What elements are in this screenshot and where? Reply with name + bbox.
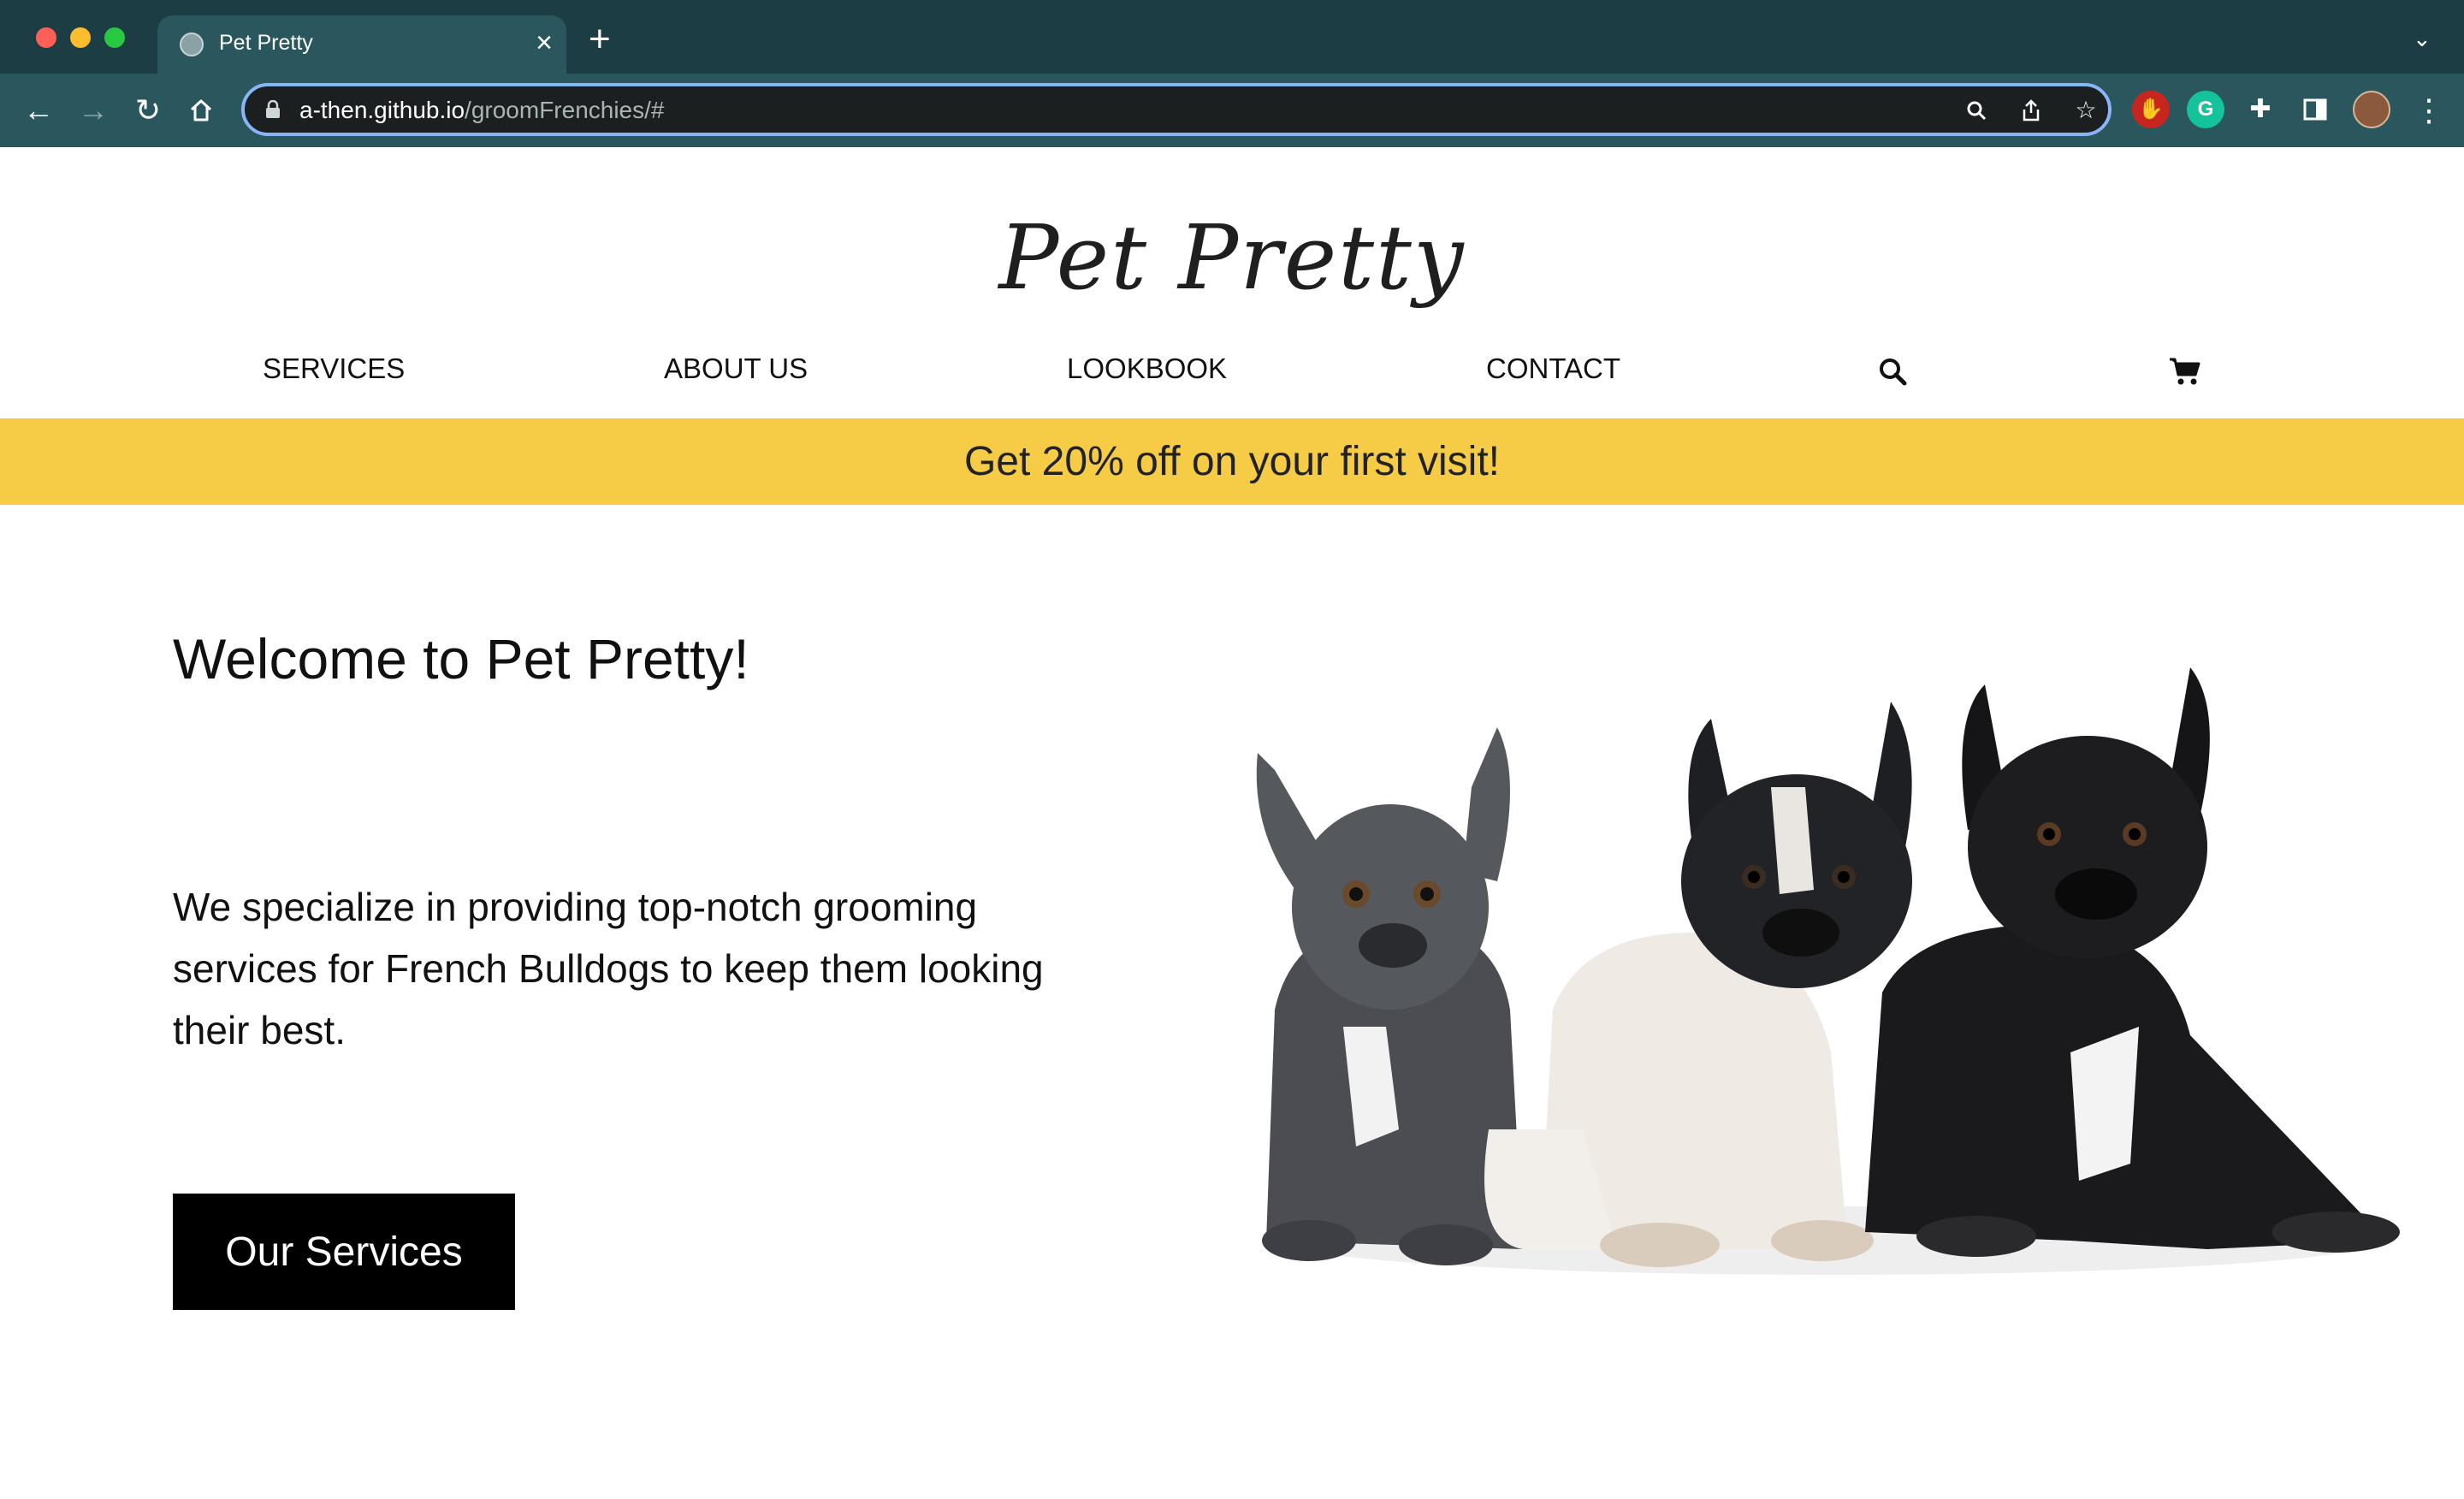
promo-text: Get 20% off on your first visit! — [963, 439, 1501, 484]
sidepanel-icon[interactable] — [2296, 91, 2334, 128]
cart-icon[interactable] — [2168, 356, 2202, 387]
site-logo[interactable]: Pet Pretty — [0, 205, 2464, 310]
close-tab-icon[interactable]: × — [536, 26, 553, 60]
kebab-menu-icon[interactable]: ⋮ — [2408, 89, 2450, 132]
bookmark-star-icon[interactable]: ☆ — [2072, 97, 2100, 124]
home-icon[interactable] — [180, 89, 222, 132]
new-tab-icon[interactable]: + — [589, 21, 611, 58]
browser-toolbar: ← → ↻ a-then.github.io/groomFrenchies/# … — [0, 74, 2464, 147]
french-bulldogs-image — [1256, 667, 2400, 1275]
browser-tab-strip: Pet Pretty × + ⌄ — [0, 0, 2464, 74]
address-bar[interactable]: a-then.github.io/groomFrenchies/# ☆ — [241, 83, 2112, 136]
tab-search-chevron-icon[interactable]: ⌄ — [2413, 26, 2431, 52]
url-text: a-then.github.io/groomFrenchies/# — [299, 97, 664, 124]
white-bulldog — [1484, 702, 1912, 1267]
maximize-window-button[interactable] — [104, 27, 125, 48]
forward-arrow-icon[interactable]: → — [72, 89, 115, 132]
nav-about-us[interactable]: ABOUT US — [664, 353, 808, 385]
nav-contact[interactable]: CONTACT — [1486, 353, 1620, 385]
close-window-button[interactable] — [36, 27, 56, 48]
hero-title: Welcome to Pet Pretty! — [173, 627, 749, 690]
url-host: a-then.github.io — [299, 97, 465, 123]
back-arrow-icon[interactable]: ← — [17, 89, 60, 132]
globe-icon — [180, 33, 204, 56]
share-icon[interactable] — [2017, 97, 2045, 124]
promo-banner: Get 20% off on your first visit! — [0, 418, 2464, 505]
nav-services[interactable]: SERVICES — [263, 353, 405, 385]
lock-icon — [266, 100, 280, 118]
puzzle-icon[interactable]: ✚ — [2242, 91, 2279, 128]
nav-lookbook[interactable]: LOOKBOOK — [1067, 353, 1227, 385]
grey-bulldog — [1256, 727, 1523, 1265]
black-bulldog — [1865, 667, 2400, 1257]
grammarly-icon[interactable]: G — [2187, 91, 2224, 128]
tab-title: Pet Pretty — [219, 31, 313, 55]
minimize-window-button[interactable] — [70, 27, 91, 48]
profile-avatar[interactable] — [2353, 91, 2390, 128]
search-icon[interactable] — [1877, 356, 1908, 387]
our-services-button[interactable]: Our Services — [173, 1194, 515, 1310]
zoom-search-icon[interactable] — [1963, 97, 1990, 124]
browser-tab[interactable]: Pet Pretty × — [157, 15, 566, 74]
url-path: /groomFrenchies/# — [465, 97, 665, 123]
reload-icon[interactable]: ↻ — [127, 89, 169, 132]
adblock-icon[interactable]: ✋ — [2132, 91, 2170, 128]
hero-description: We specialize in providing top-notch gro… — [173, 885, 1044, 1052]
